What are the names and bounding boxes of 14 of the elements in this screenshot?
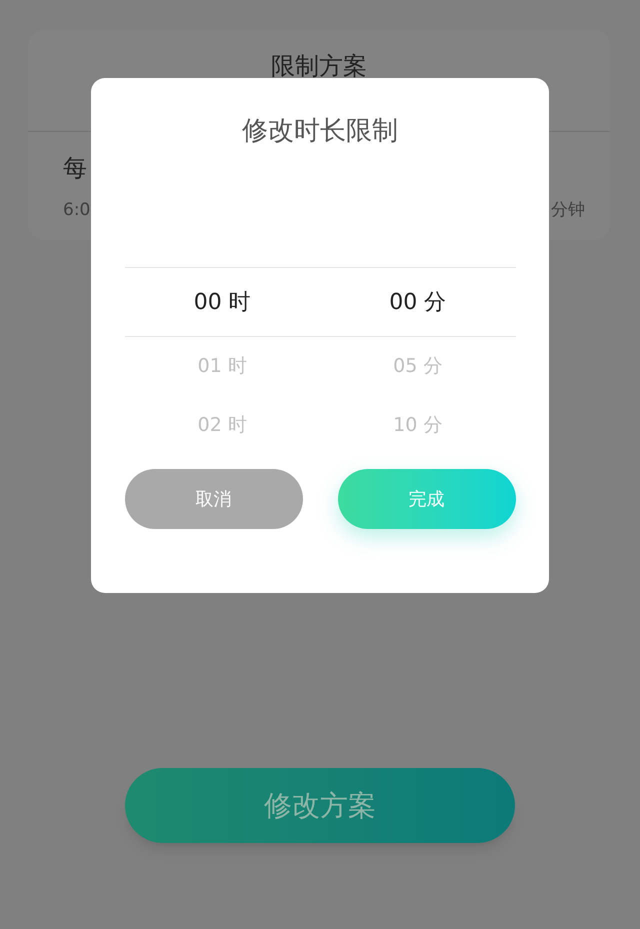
plan-duration: 分钟 [551,199,585,222]
picker-option[interactable]: 01 时 [198,352,247,381]
picker-option[interactable]: 00 时 [194,286,251,318]
done-button[interactable]: 完成 [338,469,516,529]
dialog-title: 修改时长限制 [242,115,398,148]
picker-option[interactable]: 02 时 [198,411,247,440]
picker-option[interactable]: 10 分 [393,411,442,440]
modify-plan-button[interactable]: 修改方案 [125,768,515,843]
cancel-button[interactable]: 取消 [124,469,302,529]
picker-option[interactable]: 05 分 [393,352,442,381]
plan-name: 每 [63,153,87,184]
picker-option[interactable]: 00 分 [389,286,446,318]
plan-time: 6:0 [63,199,90,222]
card-title: 限制方案 [271,52,367,80]
